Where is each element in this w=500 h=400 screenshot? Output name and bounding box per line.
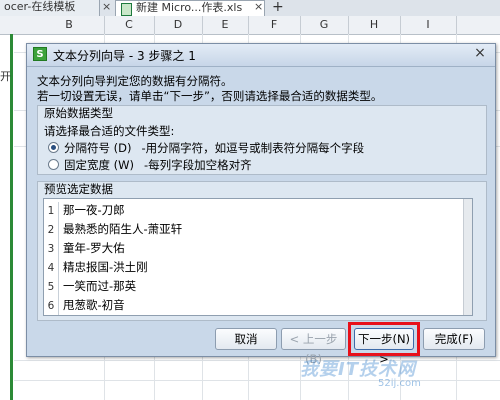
spreadsheet-file-icon	[121, 3, 132, 16]
column-header-d[interactable]: D	[154, 16, 202, 34]
preview-row: 1 那一夜-刀郎	[44, 201, 472, 221]
preview-row-text: 精忠报国-洪土刚	[63, 260, 148, 274]
preview-row-number: 5	[44, 278, 59, 297]
preview-row-text: 一笑而过-那英	[63, 279, 137, 293]
text-to-columns-dialog: S 文本分列向导 - 3 步骤之 1 × 文本分列向导判定您的数据有分隔符。 若…	[26, 43, 496, 366]
close-icon[interactable]: ×	[471, 46, 489, 62]
radio-delimited-label: 分隔符号 (D)	[64, 141, 132, 155]
column-header-c[interactable]: C	[104, 16, 154, 34]
dialog-titlebar[interactable]: S 文本分列向导 - 3 步骤之 1 ×	[27, 44, 495, 67]
cancel-button[interactable]: 取消	[215, 328, 277, 350]
preview-row: 3 童年-罗大佑	[44, 239, 472, 259]
preview-row-text: 童年-罗大佑	[63, 241, 125, 255]
tab-online-templates-label: ocer-在线模板	[4, 0, 76, 13]
tab-close-icon[interactable]: ×	[254, 0, 263, 14]
dialog-title: 文本分列向导 - 3 步骤之 1	[53, 49, 196, 63]
preview-row: 4 精忠报国-洪土刚	[44, 258, 472, 278]
column-header-b[interactable]: B	[44, 16, 94, 34]
original-data-type-group: 原始数据类型 请选择最合适的文件类型: 分隔符号 (D) -用分隔字符，如逗号或制…	[37, 105, 487, 175]
preview-row: 6 甩葱歌-初音	[44, 296, 472, 315]
preview-row-number: 1	[44, 202, 59, 221]
radio-delimited-desc: -用分隔字符，如逗号或制表符分隔每个字段	[141, 141, 365, 155]
column-header-i[interactable]: I	[400, 16, 456, 34]
preview-scrollbar[interactable]	[463, 199, 472, 315]
original-data-type-title: 原始数据类型	[44, 106, 113, 120]
preview-row-number: 3	[44, 240, 59, 259]
column-header-row: B C D E F G H I	[0, 16, 500, 35]
preview-row-text: 那一夜-刀郎	[63, 203, 125, 217]
watermark-url: 52ij.com	[378, 378, 421, 389]
selected-column-border	[10, 34, 13, 400]
column-header-f[interactable]: F	[248, 16, 300, 34]
radio-fixed-width-label: 固定宽度 (W)	[64, 158, 134, 172]
preview-row-number: 2	[44, 221, 59, 240]
preview-row: 2 最熟悉的陌生人-萧亚轩	[44, 220, 472, 240]
radio-delimited[interactable]: 分隔符号 (D) -用分隔字符，如逗号或制表符分隔每个字段	[48, 140, 364, 156]
preview-row: 5 一笑而过-那英	[44, 277, 472, 297]
preview-row-text: 最熟悉的陌生人-萧亚轩	[63, 222, 183, 236]
file-type-prompt: 请选择最合适的文件类型:	[44, 124, 175, 138]
cell-text: 开	[0, 70, 11, 83]
radio-fixed-width-desc: -每列字段加空格对齐	[144, 158, 252, 172]
dialog-description-line2: 若一切设置无误，请单击“下一步”，否则请选择最合适的数据类型。	[37, 89, 383, 103]
column-header-h[interactable]: H	[348, 16, 400, 34]
back-button[interactable]: < 上一步(B)	[281, 328, 346, 366]
radio-button-unchecked[interactable]	[48, 159, 59, 170]
tab-online-templates[interactable]: ocer-在线模板	[0, 0, 100, 16]
tab-workbook-label: 新建 Micro...作表.xls	[136, 1, 243, 14]
wps-app-icon: S	[33, 47, 47, 61]
tab-close-icon[interactable]: ×	[102, 0, 111, 14]
workbook-tab-bar: ocer-在线模板 × 新建 Micro...作表.xls × +	[0, 0, 500, 17]
radio-fixed-width[interactable]: 固定宽度 (W) -每列字段加空格对齐	[48, 157, 252, 173]
new-tab-plus-icon[interactable]: +	[272, 0, 284, 14]
preview-row-number: 4	[44, 259, 59, 278]
preview-row-text: 甩葱歌-初音	[63, 298, 125, 312]
finish-button[interactable]: 完成(F)	[423, 328, 485, 350]
preview-row-number: 6	[44, 297, 59, 315]
column-header-g[interactable]: G	[300, 16, 348, 34]
tab-workbook[interactable]: 新建 Micro...作表.xls	[115, 0, 265, 16]
next-button[interactable]: 下一步(N) >	[354, 328, 414, 366]
preview-list[interactable]: 1 那一夜-刀郎 2 最熟悉的陌生人-萧亚轩 3 童年-罗大佑 4 精忠报国-洪土刚 5…	[43, 198, 473, 316]
preview-group: 预览选定数据 1 那一夜-刀郎 2 最熟悉的陌生人-萧亚轩 3 童年-罗大佑 4 精忠报…	[37, 181, 487, 321]
dialog-description-line1: 文本分列向导判定您的数据有分隔符。	[37, 74, 233, 88]
radio-button-checked[interactable]	[48, 142, 59, 153]
preview-title: 预览选定数据	[44, 182, 113, 196]
grid-line	[14, 360, 500, 361]
grid-line	[14, 380, 500, 381]
column-header-e[interactable]: E	[202, 16, 248, 34]
